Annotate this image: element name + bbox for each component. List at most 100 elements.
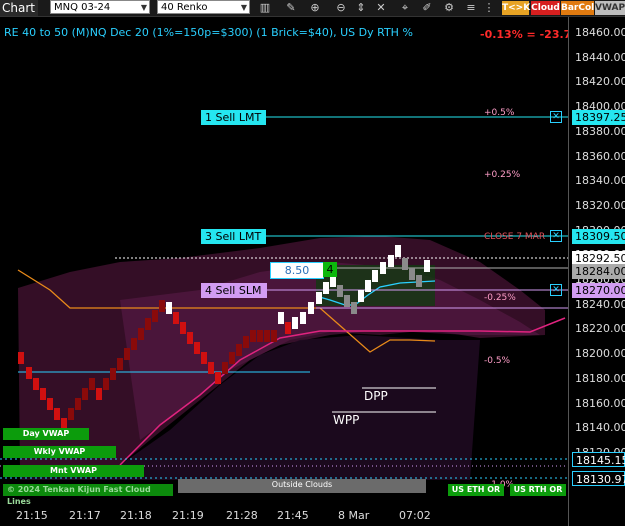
order-tag-4[interactable]: 4 Sell SLM xyxy=(201,283,267,298)
chevron-down-icon: ▼ xyxy=(240,3,247,12)
renko-brick xyxy=(33,378,39,390)
position-count[interactable]: 4 xyxy=(323,262,337,277)
price-tick-label: 18180.00 xyxy=(575,371,625,385)
renko-brick xyxy=(26,367,32,379)
drawing-tools-icon[interactable]: ✎ xyxy=(284,1,298,15)
renko-brick xyxy=(358,290,364,302)
renko-brick xyxy=(388,255,394,267)
time-label: 21:15 xyxy=(16,509,48,522)
outside-clouds-legend[interactable]: Outside Clouds xyxy=(178,479,426,493)
price-tick-label: 18460.00 xyxy=(575,26,625,39)
position-qty-box[interactable]: 8.50 xyxy=(270,262,324,279)
copyright-legend: © 2024 Tenkan Kijun Fast Cloud Lines xyxy=(3,484,173,506)
renko-brick xyxy=(180,322,186,334)
renko-brick xyxy=(40,388,46,400)
price-tick-label: 18220.00 xyxy=(575,322,625,336)
renko-brick xyxy=(208,362,214,374)
renko-brick xyxy=(308,302,314,314)
crosshair-icon[interactable]: ✕ xyxy=(374,1,388,15)
renko-brick xyxy=(159,300,165,312)
renko-brick xyxy=(264,330,270,342)
renko-brick xyxy=(351,302,357,314)
renko-brick xyxy=(222,362,228,374)
renko-brick xyxy=(380,262,386,274)
time-label: 21:19 xyxy=(172,509,204,522)
cancel-order-1-icon[interactable]: ✕ xyxy=(550,111,562,123)
renko-brick xyxy=(166,302,172,314)
price-tag-284: 18284.00 xyxy=(572,264,625,279)
price-tick-label: 18380.00 xyxy=(575,124,625,138)
properties-icon[interactable]: ⌖ xyxy=(398,1,412,15)
renko-brick xyxy=(187,332,193,344)
dpp-label: DPP xyxy=(364,389,388,403)
barcol-button[interactable]: BarCol xyxy=(561,1,594,15)
time-label: 07:02 xyxy=(399,509,431,522)
renko-brick xyxy=(416,275,422,287)
price-tick-label: 18420.00 xyxy=(575,75,625,89)
scale-icon[interactable]: ⇕ xyxy=(354,1,368,15)
bar-chart-icon[interactable]: ▥ xyxy=(258,1,272,15)
renko-brick xyxy=(344,295,350,307)
cloud-button[interactable]: Cloud xyxy=(531,1,560,15)
price-tag-order-3: 18309.50 xyxy=(572,229,625,244)
instrument-selector[interactable]: MNQ 03-24 ▼ xyxy=(50,0,150,14)
time-label: 21:18 xyxy=(120,509,152,522)
renko-brick xyxy=(145,318,151,330)
order-tag-1[interactable]: 1 Sell LMT xyxy=(201,110,266,125)
price-tick-label: 18200.00 xyxy=(575,347,625,361)
renko-brick xyxy=(131,338,137,350)
day-vwap-legend[interactable]: Day VWAP xyxy=(3,428,89,440)
renko-brick xyxy=(124,348,130,360)
us-eth-or-legend[interactable]: US ETH OR xyxy=(448,484,504,496)
renko-brick xyxy=(110,368,116,380)
strategy-icon[interactable]: ⚙ xyxy=(442,1,456,15)
time-label: 21:45 xyxy=(277,509,309,522)
renko-brick xyxy=(300,312,306,324)
wkly-vwap-legend[interactable]: Wkly VWAP xyxy=(3,446,116,458)
renko-brick xyxy=(173,312,179,324)
renko-brick xyxy=(82,388,88,400)
renko-brick xyxy=(372,270,378,282)
renko-brick xyxy=(316,292,322,304)
price-tick-label: 18440.00 xyxy=(575,50,625,64)
renko-brick xyxy=(285,322,291,334)
cancel-order-4-icon[interactable]: ✕ xyxy=(550,284,562,296)
renko-brick xyxy=(402,258,408,270)
menu-icon[interactable]: ≡ xyxy=(464,1,478,15)
bar-type-value: 40 Renko xyxy=(161,2,208,13)
renko-brick xyxy=(54,408,60,420)
renko-brick xyxy=(250,330,256,342)
mnt-vwap-legend[interactable]: Mnt VWAP xyxy=(3,465,144,477)
renko-brick xyxy=(152,310,158,322)
zoom-out-icon[interactable]: ⊖ xyxy=(334,1,348,15)
price-tag-130: 18130.97 xyxy=(572,471,625,486)
renko-brick xyxy=(337,285,343,297)
price-tick-label: 18240.00 xyxy=(575,297,625,311)
template-icon[interactable]: ✐ xyxy=(420,1,434,15)
price-tick-label: 18140.00 xyxy=(575,421,625,435)
renko-brick xyxy=(47,398,53,410)
price-tick-label: 18320.00 xyxy=(575,198,625,212)
zoom-in-icon[interactable]: ⊕ xyxy=(308,1,322,15)
vwap-button[interactable]: VWAP xyxy=(595,1,625,15)
chart-tab[interactable]: Chart xyxy=(0,0,38,16)
price-tag-order-4: 18270.00 xyxy=(572,283,625,298)
renko-brick xyxy=(365,280,371,292)
instrument-value: MNQ 03-24 xyxy=(54,2,111,13)
wpp-label: WPP xyxy=(333,413,360,427)
us-rth-or-legend[interactable]: US RTH OR xyxy=(510,484,566,496)
pct-plus-05: +0.5% xyxy=(484,108,515,118)
pct-minus-025: -0.25% xyxy=(484,293,516,303)
pct-close: CLOSE 7 MAR xyxy=(484,232,546,242)
renko-brick xyxy=(257,330,263,342)
more-icon[interactable]: ⋮ xyxy=(482,1,496,15)
bar-type-selector[interactable]: 40 Renko ▼ xyxy=(157,0,250,14)
toolbar: Chart MNQ 03-24 ▼ 40 Renko ▼ ▥ ✎ ⊕ ⊖ ⇕ ✕… xyxy=(0,0,625,17)
time-label: 8 Mar xyxy=(338,509,370,522)
order-tag-3[interactable]: 3 Sell LMT xyxy=(201,229,266,244)
tk-button[interactable]: T<>K xyxy=(502,1,530,15)
cancel-order-3-icon[interactable]: ✕ xyxy=(550,230,562,242)
renko-brick xyxy=(409,268,415,280)
price-tick-label: 18360.00 xyxy=(575,149,625,163)
renko-brick xyxy=(194,342,200,354)
